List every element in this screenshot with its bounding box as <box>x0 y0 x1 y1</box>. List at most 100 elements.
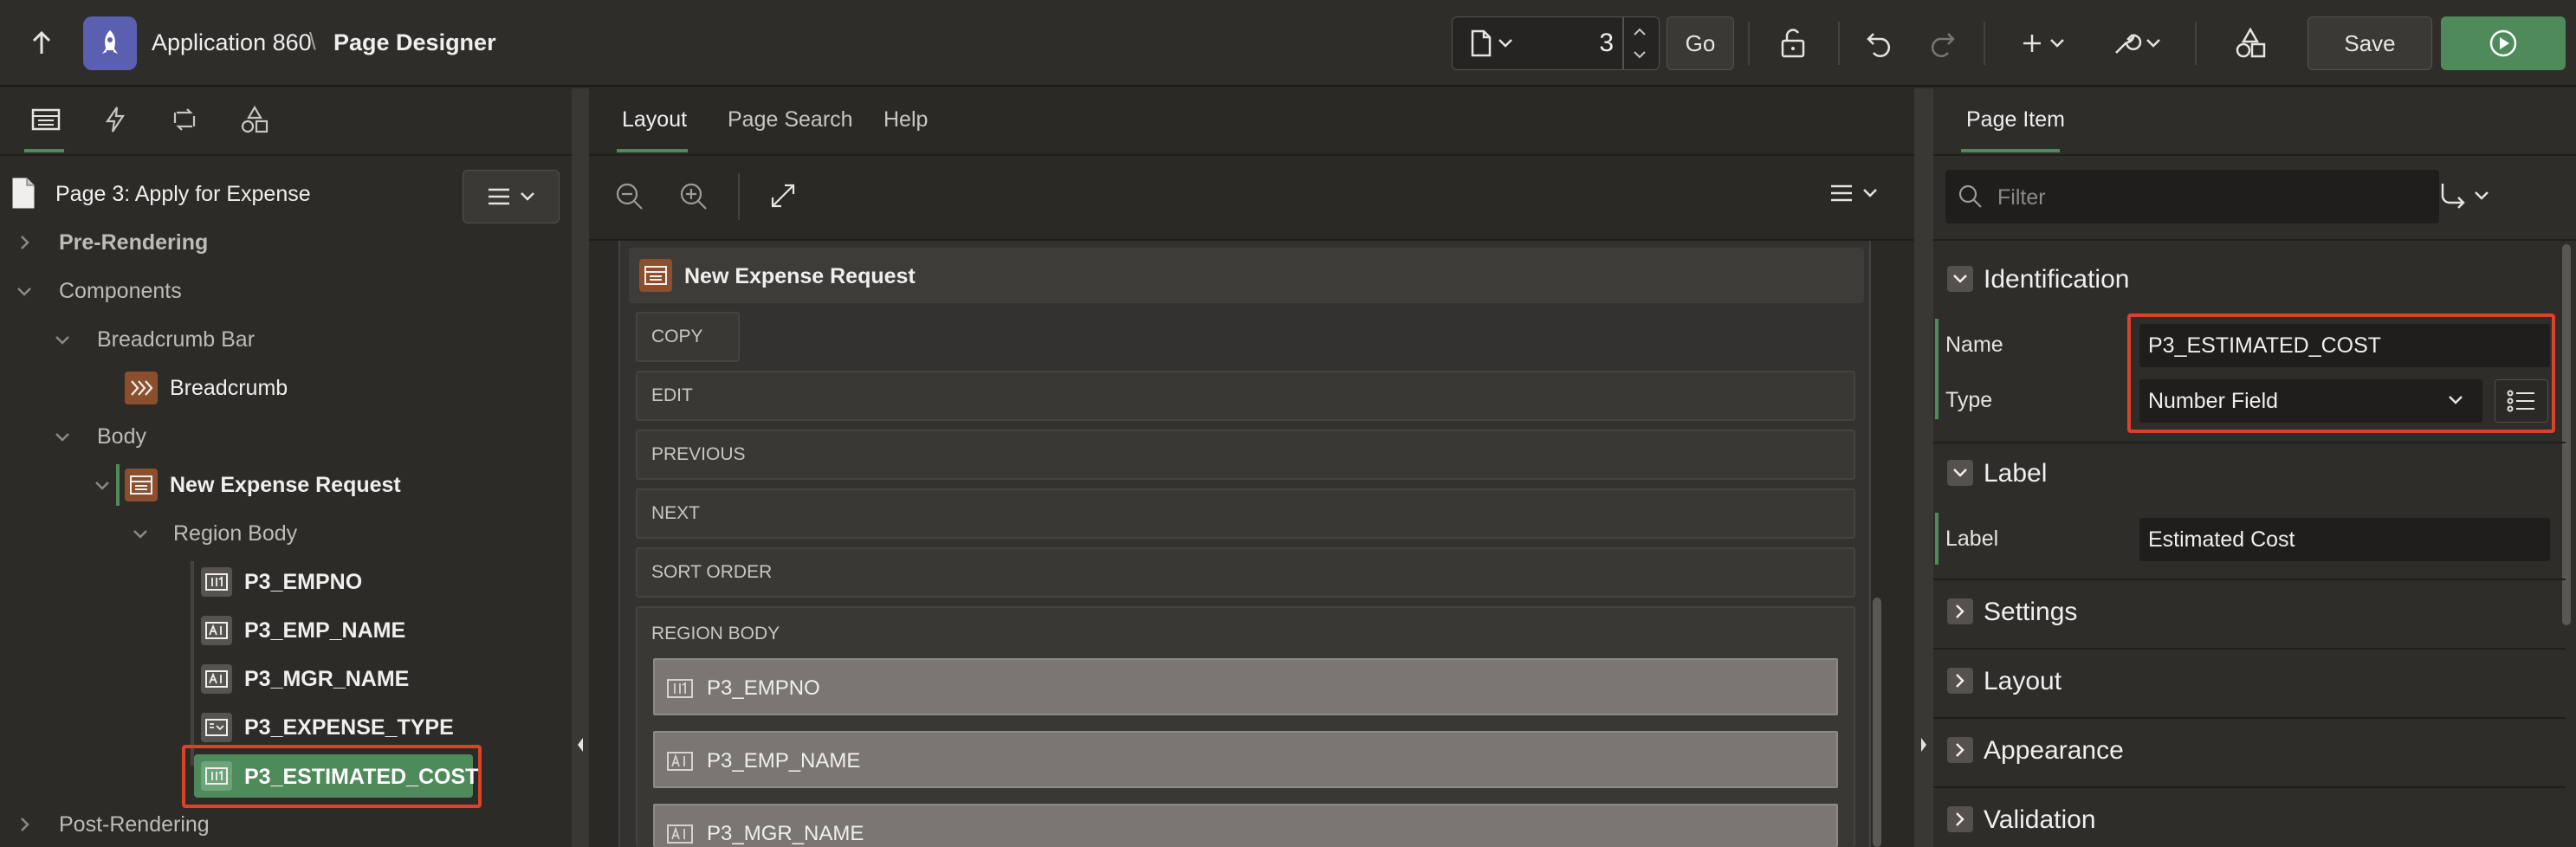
page-node-label[interactable]: Page 3: Apply for Expense <box>55 182 311 207</box>
section-identification[interactable]: Identification <box>1933 248 2566 310</box>
type-value: Number Field <box>2148 388 2279 413</box>
go-button[interactable]: Go <box>1667 16 1734 70</box>
position-sort-order[interactable]: SORT ORDER <box>636 547 1855 598</box>
chevron-right-icon <box>21 818 29 831</box>
undo-icon[interactable] <box>1862 26 1897 61</box>
tree-guide <box>116 464 120 506</box>
run-page-button[interactable] <box>2441 16 2566 70</box>
text-field-icon <box>667 752 693 771</box>
save-button[interactable]: Save <box>2307 16 2432 70</box>
go-to-group-icon[interactable] <box>2437 180 2493 211</box>
up-arrow-icon[interactable] <box>26 28 57 59</box>
expand-icon[interactable] <box>769 182 797 210</box>
page-number-input[interactable]: 3 <box>1531 26 1617 61</box>
tree-label: P3_EMPNO <box>244 569 363 594</box>
breadcrumb-icon <box>125 372 158 404</box>
menu-icon <box>1831 184 1852 202</box>
chevron-down-icon[interactable] <box>1498 38 1513 48</box>
chevron-right-icon <box>1947 668 1973 694</box>
wrench-menu-icon[interactable] <box>2110 26 2165 61</box>
type-select[interactable]: Number Field <box>2139 379 2482 423</box>
property-group-marker <box>1935 319 1938 419</box>
tab-page-search[interactable]: Page Search <box>728 107 853 133</box>
text-field-icon <box>667 824 693 844</box>
tab-layout[interactable]: Layout <box>622 107 687 133</box>
chevron-right-icon <box>21 236 29 249</box>
select-list-icon <box>201 713 232 742</box>
layout-item-label: P3_EMPNO <box>707 676 820 700</box>
shared-components-icon[interactable] <box>2231 24 2269 62</box>
collapse-left-icon <box>578 738 583 752</box>
tree-node-item-selected[interactable]: P3_ESTIMATED_COST <box>194 754 478 798</box>
position-previous[interactable]: PREVIOUS <box>636 430 1855 480</box>
section-layout[interactable]: Layout <box>1933 650 2566 712</box>
tree-label: Region Body <box>173 520 298 546</box>
rendering-tab-icon[interactable] <box>31 107 61 132</box>
breadcrumb-separator: \ <box>309 28 316 55</box>
zoom-out-icon[interactable] <box>615 182 644 211</box>
chevron-down-icon <box>133 530 147 539</box>
text-field-icon <box>201 616 232 645</box>
region-title: New Expense Request <box>684 264 916 288</box>
layout-item[interactable]: P3_EMPNO <box>653 658 1838 715</box>
tree-label: Pre-Rendering <box>59 230 209 255</box>
left-splitter[interactable] <box>572 88 589 847</box>
chevron-down-small-icon[interactable] <box>1633 50 1647 59</box>
section-settings[interactable]: Settings <box>1933 580 2566 643</box>
text-field-icon <box>201 664 232 694</box>
label-input[interactable]: Estimated Cost <box>2139 518 2550 561</box>
filter-field[interactable]: Filter <box>1945 170 2439 223</box>
chevron-down-icon <box>521 192 534 201</box>
number-field-icon <box>201 567 232 597</box>
section-title: Identification <box>1984 265 2130 294</box>
processing-icon[interactable] <box>170 106 199 133</box>
app-name-link[interactable]: Application 860 <box>152 29 312 56</box>
chevron-down-icon <box>55 433 69 442</box>
layout-item[interactable]: P3_MGR_NAME <box>653 804 1838 847</box>
tree-label: Components <box>59 278 182 303</box>
section-label[interactable]: Label <box>1933 442 2566 504</box>
position-copy[interactable]: COPY <box>636 312 740 362</box>
right-splitter[interactable] <box>1914 88 1933 847</box>
tree-menu-button[interactable] <box>463 170 560 223</box>
center-tabs-divider <box>589 154 1914 156</box>
center-scrollbar[interactable] <box>1873 598 1881 847</box>
redo-icon[interactable] <box>1925 26 1959 61</box>
section-title: Layout <box>1984 667 2062 695</box>
app-logo-icon[interactable] <box>83 16 137 70</box>
region-body-label: REGION BODY <box>651 624 780 643</box>
region-header[interactable]: New Expense Request <box>629 248 1864 303</box>
position-edit[interactable]: EDIT <box>636 371 1855 421</box>
toolbar-divider <box>1748 22 1750 65</box>
shared-components-tab-icon[interactable] <box>239 106 270 135</box>
left-tabs-divider <box>0 154 572 156</box>
chevron-down-icon <box>1863 189 1877 197</box>
active-tab-indicator <box>617 149 688 152</box>
chevron-up-icon[interactable] <box>1633 28 1647 36</box>
lightning-icon[interactable] <box>104 106 126 133</box>
section-title: Label <box>1984 459 2048 488</box>
name-input[interactable]: P3_ESTIMATED_COST <box>2139 324 2550 367</box>
tree-label: P3_EXPENSE_TYPE <box>244 714 454 740</box>
page-icon <box>10 177 36 210</box>
name-label: Name <box>1945 333 2003 357</box>
region-icon <box>125 469 158 501</box>
position-next[interactable]: NEXT <box>636 488 1855 539</box>
tab-page-item[interactable]: Page Item <box>1966 107 2065 133</box>
layout-item[interactable]: P3_EMP_NAME <box>653 731 1838 788</box>
menu-icon <box>489 188 509 205</box>
chevron-down-icon <box>1947 460 1973 486</box>
layout-item-label: P3_EMP_NAME <box>707 749 861 773</box>
type-list-button[interactable] <box>2495 379 2548 423</box>
tab-help[interactable]: Help <box>883 107 928 133</box>
section-validation[interactable]: Validation <box>1933 788 2566 847</box>
unlock-icon[interactable] <box>1776 26 1810 61</box>
chevron-down-icon <box>55 336 69 345</box>
zoom-in-icon[interactable] <box>679 182 709 211</box>
section-appearance[interactable]: Appearance <box>1933 719 2566 781</box>
create-menu-icon[interactable] <box>2018 26 2070 61</box>
layout-menu-button[interactable] <box>1829 184 1878 203</box>
tree-label: P3_ESTIMATED_COST <box>244 765 479 789</box>
page-icon[interactable] <box>1470 29 1492 57</box>
region-icon <box>639 259 672 292</box>
